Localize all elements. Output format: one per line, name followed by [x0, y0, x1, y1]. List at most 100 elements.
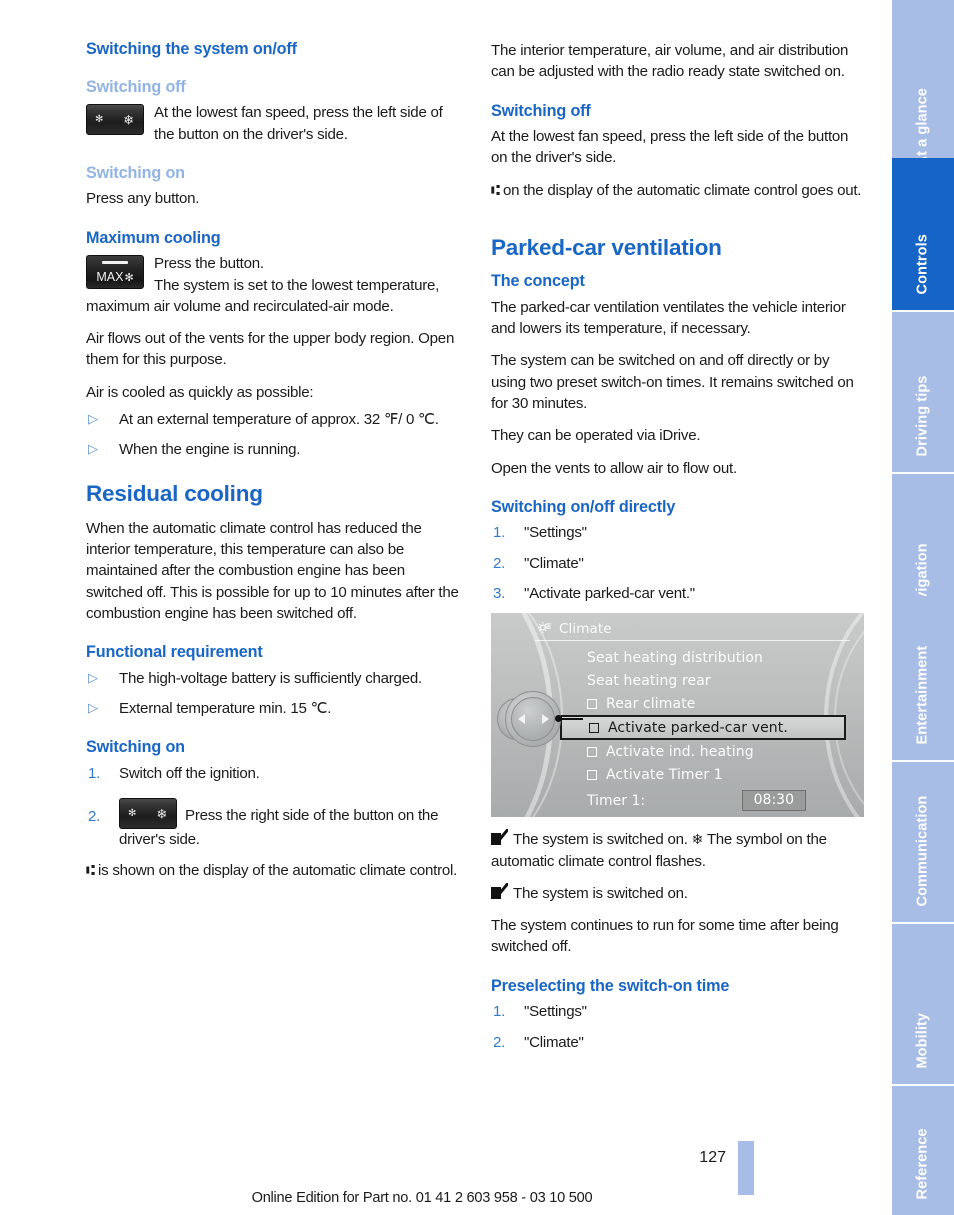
residual-switching-on-steps: 1. Switch off the ignition. 2. ✻ ❄ Press… [86, 763, 459, 851]
list-item: 3. "Activate parked-car vent." [491, 583, 864, 604]
list-item: 1. "Settings" [491, 522, 864, 543]
idrive-menu-item-activate-parked-car-vent[interactable]: Activate parked-car vent. [560, 715, 846, 741]
check-mark-icon [491, 829, 508, 846]
callout-line [561, 717, 583, 720]
step-text: "Settings" [524, 524, 587, 542]
intro-paragraph: The interior temperature, air volume, an… [491, 42, 849, 81]
idrive-menu-item-activate-ind-heating[interactable]: Activate ind. heating [587, 740, 846, 763]
menu-item-label: Activate ind. heating [606, 743, 754, 760]
idrive-controller-knob-icon [497, 691, 583, 748]
step-number: 2. [493, 1033, 506, 1051]
fan-button-left-glyph: ✻ [128, 807, 137, 819]
timer-value-field[interactable]: 08:30 [741, 790, 806, 812]
idrive-menu-item-seat-heating-rear[interactable]: Seat heating rear [587, 669, 846, 692]
max-button-instruction: MAX✻ Press the button. The system is set… [86, 253, 459, 317]
heading-switching-onoff-directly: Switching on/off directly [491, 497, 676, 516]
bullet-text: At an external temperature of approx. 32… [119, 411, 439, 429]
sidebar-tab-communication[interactable]: Communication [892, 762, 954, 922]
step-text: "Climate" [524, 554, 584, 572]
max-paragraph-1: Air flows out of the vents for the upper… [86, 330, 455, 369]
heading-switching-on-residual: Switching on [86, 738, 185, 757]
sidebar-tab-label: Entertainment [914, 645, 931, 744]
heading-switching-off-right: Switching off [491, 101, 591, 120]
concept-paragraph-2: The system can be switched on and off di… [491, 352, 854, 412]
functional-requirement-bullets: ▷ The high-voltage battery is sufficient… [86, 668, 459, 720]
step-number: 1. [88, 765, 101, 782]
residual-final-note: ⑆ is shown on the display of the automat… [86, 860, 459, 881]
idrive-titlebar: Climate [535, 618, 846, 640]
switching-off-paragraph-2-text: on the display of the automatic climate … [502, 181, 862, 199]
airflow-glyph-icon: ⑆ [491, 180, 500, 199]
subheading-switching-off: Switching off [86, 77, 186, 96]
step-text: "Activate parked-car vent." [524, 585, 695, 602]
preselect-steps: 1. "Settings" 2. "Climate" [491, 1001, 864, 1053]
fan-button-instruction-text: At the lowest fan speed, press the left … [154, 104, 443, 143]
result-2-text: The system is switched on. [513, 884, 688, 902]
timer-label: Timer 1: [587, 792, 646, 809]
list-item: 2. "Climate" [491, 1032, 864, 1053]
page-number: 127 [699, 1149, 726, 1166]
arrow-right-icon [542, 714, 549, 725]
idrive-menu-item-rear-climate[interactable]: Rear climate [587, 692, 846, 715]
checkbox-icon[interactable] [587, 769, 597, 780]
triangle-bullet-icon: ▷ [88, 441, 98, 457]
menu-item-label: Seat heating rear [587, 672, 711, 689]
fan-glyph-icon: ❄ [691, 831, 704, 848]
idrive-timer-row[interactable]: Timer 1: 08:30 [587, 789, 846, 812]
result-paragraph-1: The system is switched on. ❄ The symbol … [491, 829, 864, 872]
idrive-menu-item-activate-timer-1[interactable]: Activate Timer 1 [587, 763, 846, 786]
heading-the-concept: The concept [491, 272, 585, 291]
gear-icon [535, 619, 552, 640]
heading-maximum-cooling: Maximum cooling [86, 228, 221, 247]
sidebar-tab-mobility[interactable]: Mobility [892, 924, 954, 1084]
checkbox-icon[interactable] [587, 698, 597, 709]
step-text: Switch off the ignition. [119, 765, 260, 782]
idrive-climate-screen[interactable]: Climate Seat heating distribution Seat h… [491, 613, 864, 818]
sidebar-tab-label: Mobility [914, 1012, 931, 1068]
fan-rocker-button-icon: ✻ ❄ [86, 104, 144, 136]
sidebar-tab-at-a-glance[interactable]: At a glance [892, 0, 954, 182]
fan-button-right-glyph: ❄ [156, 806, 167, 822]
step-number: 1. [493, 1003, 506, 1021]
step-number: 2. [88, 808, 101, 826]
section-title-residual-cooling: Residual cooling [86, 480, 263, 506]
switching-off-paragraph-2: ⑆ on the display of the automatic climat… [491, 180, 864, 201]
list-item: 2. ✻ ❄ Press the right side of the butto… [86, 798, 459, 850]
switching-off-paragraph-1: At the lowest fan speed, press the left … [491, 128, 849, 167]
sidebar-tab-entertainment[interactable]: Entertainment [892, 596, 954, 760]
checkbox-icon[interactable] [589, 722, 599, 733]
step-text: "Settings" [524, 1003, 587, 1021]
concept-paragraph-1: The parked-car ventilation ventilates th… [491, 298, 846, 338]
step-number: 1. [493, 524, 506, 542]
fan-button-left-glyph: ✻ [95, 113, 104, 125]
list-item: ▷ At an external temperature of approx. … [86, 409, 459, 430]
list-item: ▷ External temperature min. 15 ℃. [86, 698, 459, 719]
menu-item-label: Activate parked-car vent. [608, 719, 788, 736]
step-text: "Climate" [524, 1033, 584, 1051]
right-column: The interior temperature, air volume, an… [491, 40, 864, 1062]
fan-button-instruction: ✻ ❄ At the lowest fan speed, press the l… [86, 102, 459, 145]
arrow-left-icon [518, 714, 525, 725]
sidebar-tab-label: Driving tips [914, 375, 931, 456]
sidebar-tab-controls[interactable]: Controls [892, 158, 954, 310]
triangle-bullet-icon: ▷ [88, 411, 98, 427]
idrive-menu-item-seat-heating-distribution[interactable]: Seat heating distribution [587, 646, 846, 669]
switching-on-text: Press any button. [86, 190, 200, 208]
after-switched-off-note: The system continues to run for some tim… [491, 917, 839, 956]
sidebar-tab-driving-tips[interactable]: Driving tips [892, 312, 954, 472]
step-number: 3. [493, 585, 506, 602]
list-item: 1. Switch off the ignition. [86, 763, 459, 784]
result-paragraph-2: The system is switched on. [491, 882, 864, 904]
triangle-bullet-icon: ▷ [88, 669, 98, 685]
list-item: ▷ The high-voltage battery is sufficient… [86, 668, 459, 689]
sidebar-tab-label: Reference [914, 1127, 931, 1199]
list-item: 2. "Climate" [491, 553, 864, 574]
left-column: Switching the system on/off Switching of… [86, 40, 459, 1062]
chapter-tabs-sidebar: At a glance Controls Driving tips Naviga… [892, 0, 954, 1215]
checkbox-icon[interactable] [587, 746, 597, 757]
bullet-text: External temperature min. 15 ℃. [119, 700, 332, 718]
max-button-label: MAX [96, 270, 124, 285]
menu-item-label: Rear climate [606, 695, 696, 712]
concept-paragraph-4: Open the vents to allow air to flow out. [491, 459, 737, 477]
airflow-glyph-icon: ⑆ [86, 860, 95, 879]
